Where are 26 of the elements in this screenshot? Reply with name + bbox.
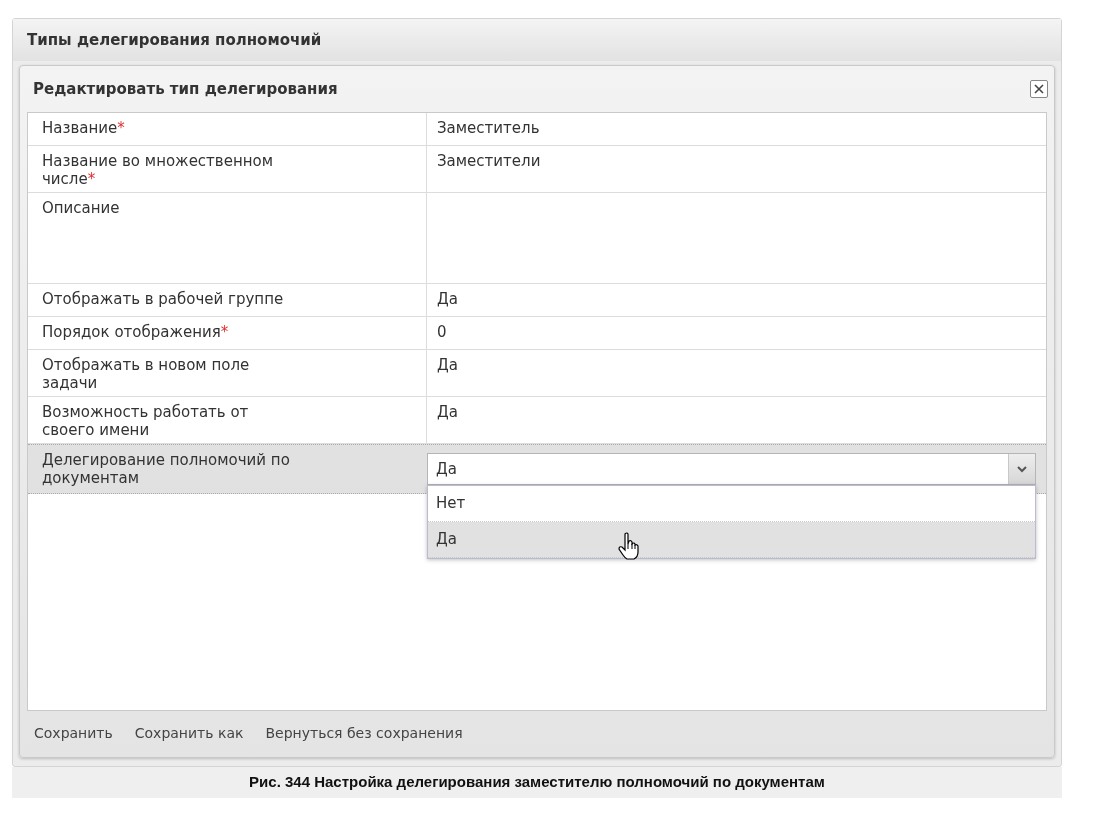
toolbar-button[interactable]: Сохранить [34,725,113,741]
figure-caption: Рис. 344 Настройка делегирования заместителю полномочий по документам [249,773,825,790]
chevron-down-icon [1017,465,1027,473]
field-label: Отображать в новом поле задачи [42,356,251,392]
toolbar-button[interactable]: Сохранить как [134,725,244,741]
field-value[interactable]: 0 [437,323,447,341]
toolbar-button[interactable]: Вернуться без сохранения [265,725,463,741]
field-label: Делегирование полномочий по документам [42,451,291,487]
field-label: Название* [42,119,125,137]
field-value[interactable]: Заместитель [437,119,540,137]
close-button[interactable] [1030,80,1048,98]
dialog-title: Редактировать тип делегирования [33,80,338,98]
panel-title: Типы делегирования полномочий [27,31,322,49]
close-icon [1034,84,1044,94]
field-label: Порядок отображения* [42,323,229,341]
field-value[interactable]: Да [437,403,458,421]
field-value[interactable]: Да [437,356,458,374]
dropdown-trigger[interactable] [1008,454,1035,484]
field-label: Отображать в рабочей группе [42,290,284,308]
field-value[interactable]: Заместители [437,152,541,170]
field-label: Название во множественном числе* [42,152,275,188]
field-label: Описание [42,199,120,217]
field-label: Возможность работать от своего имени [42,403,250,439]
dropdown-option[interactable]: Да [428,522,1035,558]
dropdown-field[interactable]: Да [427,453,1036,485]
field-value[interactable]: Да [437,290,458,308]
